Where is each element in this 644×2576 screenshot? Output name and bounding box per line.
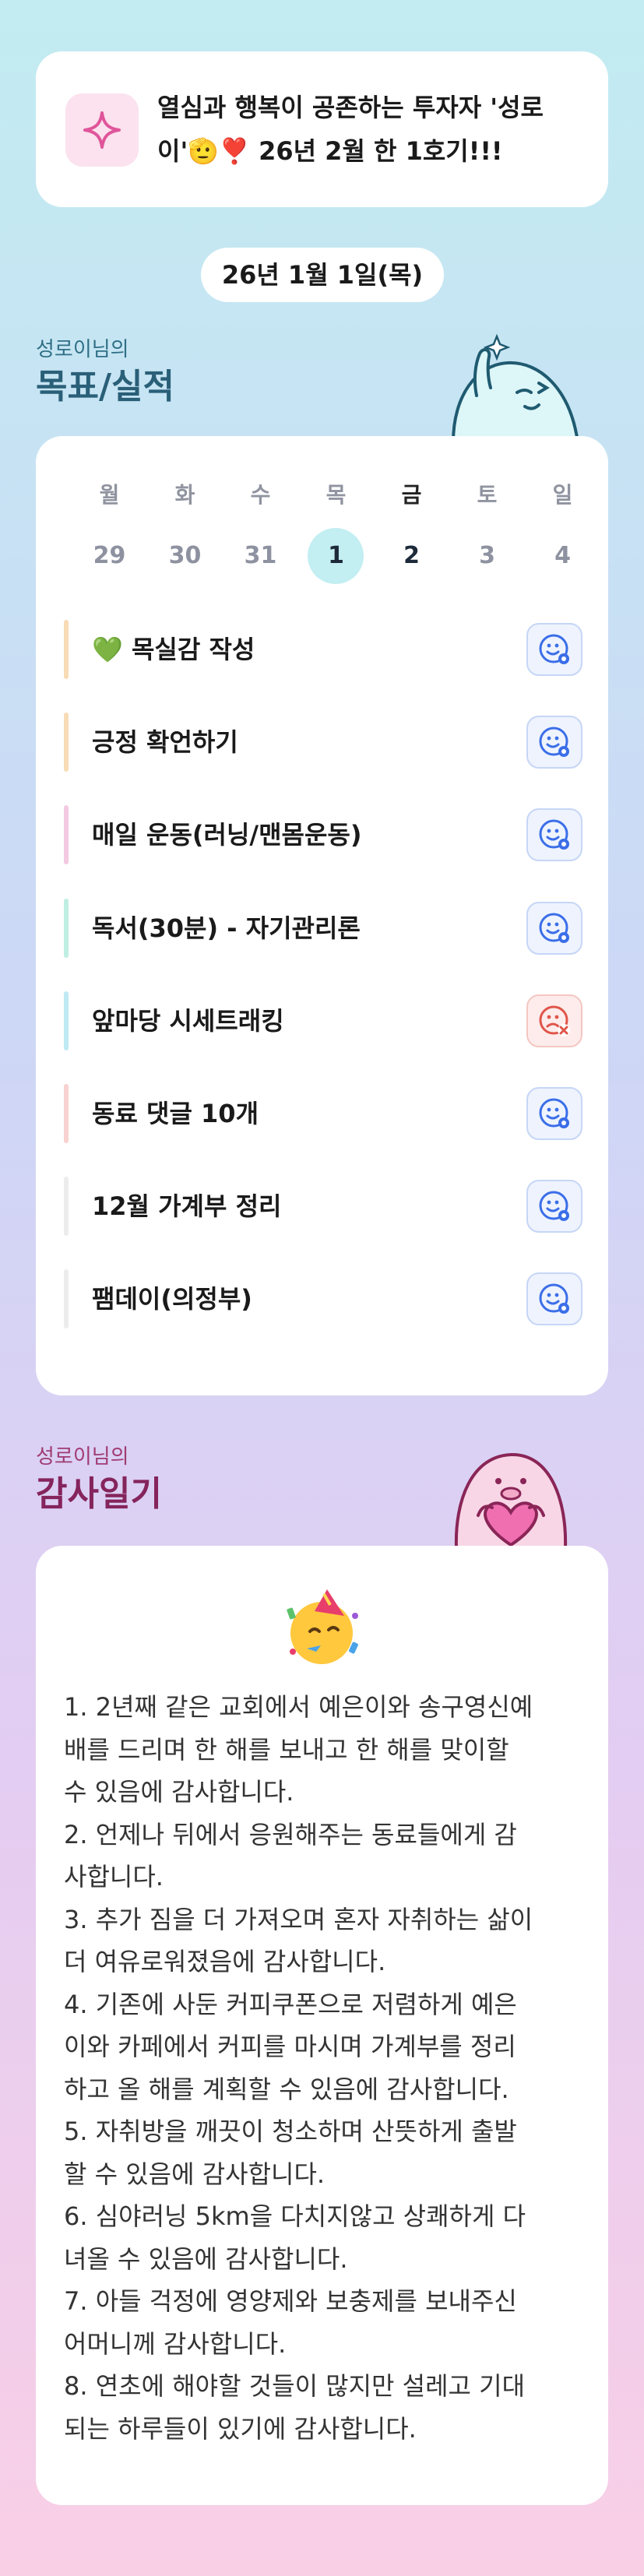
goal-color-bar xyxy=(64,898,69,958)
day-cell[interactable]: 2 xyxy=(374,528,449,584)
gratitude-list: 1. 2년째 같은 교회에서 예은이와 송구영신예배를 드리며 한 해를 보내고… xyxy=(64,1686,586,2450)
goal-item[interactable]: 팸데이(의정부) xyxy=(64,1269,582,1329)
status-done-icon[interactable] xyxy=(526,1087,582,1140)
weekday-label: 화 xyxy=(174,482,195,508)
goal-label: 12월 가계부 정리 xyxy=(92,1191,282,1222)
status-fail-icon[interactable] xyxy=(526,994,582,1047)
goal-label: 팸데이(의정부) xyxy=(92,1284,252,1314)
gratitude-line: 하고 올 해를 계획할 수 있음에 감사합니다. xyxy=(64,2074,509,2104)
sparkle-icon xyxy=(65,93,139,167)
weekday-label: 목 xyxy=(326,482,347,508)
gratitude-line: 5. 자취방을 깨끗이 청소하며 산뜻하게 출발 xyxy=(64,2117,517,2146)
status-done-icon[interactable] xyxy=(526,1180,582,1233)
day-cell[interactable]: 30 xyxy=(147,528,223,584)
weekday-label: 금 xyxy=(401,482,422,508)
goal-item[interactable]: 동료 댓글 10개 xyxy=(64,1084,582,1143)
day-cell[interactable]: 31 xyxy=(223,528,298,584)
status-done-icon[interactable] xyxy=(526,623,582,676)
goal-color-bar xyxy=(64,1269,69,1329)
gratitude-line: 녀올 수 있음에 감사합니다. xyxy=(64,2243,348,2274)
gratitude-line: 이와 카페에서 커피를 마시며 가계부를 정리 xyxy=(64,2032,516,2061)
week-day-picker: 29 30 31 1 2 3 4 xyxy=(72,528,601,584)
weekday-label: 토 xyxy=(477,482,498,508)
gratitude-line: 4. 기존에 사둔 커피쿠폰으로 저렴하게 예은 xyxy=(64,1989,517,2019)
gratitude-line: 2. 언제나 뒤에서 응원해주는 동료들에게 감 xyxy=(64,1819,517,1849)
goal-color-bar xyxy=(64,1084,69,1143)
weekday-header: 월 화 수 목 금 토 일 xyxy=(72,478,601,509)
goals-title: 목표/실적 xyxy=(36,367,174,406)
status-done-icon[interactable] xyxy=(526,1272,582,1326)
goal-color-bar xyxy=(64,805,69,865)
party-face-icon xyxy=(287,1589,358,1664)
gratitude-line: 더 여유로워졌음에 감사합니다. xyxy=(64,1947,386,1976)
status-done-icon[interactable] xyxy=(526,901,582,955)
day-cell[interactable]: 29 xyxy=(72,528,147,584)
goal-label: 동료 댓글 10개 xyxy=(92,1099,259,1128)
page-title: 열심과 행복이 공존하는 투자자 '성로이'🫡❣️ 26년 2월 한 1호기!!… xyxy=(157,93,544,166)
gratitude-line: 되는 하루들이 있기에 감사합니다. xyxy=(64,2413,417,2444)
header-card: 열심과 행복이 공존하는 투자자 '성로이'🫡❣️ 26년 2월 한 1호기!!… xyxy=(36,51,608,207)
goal-label: 긍정 확언하기 xyxy=(92,727,238,758)
status-done-icon[interactable] xyxy=(526,808,582,862)
goal-color-bar xyxy=(64,620,69,679)
thanks-title: 감사일기 xyxy=(36,1474,162,1514)
goal-item[interactable]: 매일 운동(러닝/맨몸운동) xyxy=(64,805,582,865)
gratitude-line: 3. 추가 짐을 더 가져오며 혼자 자취하는 삶이 xyxy=(64,1904,533,1934)
gratitude-line: 6. 심야러닝 5km을 다치지않고 상쾌하게 다 xyxy=(64,2201,526,2231)
gratitude-line: 7. 아들 걱정에 영양제와 보충제를 보내주신 xyxy=(64,2286,517,2316)
goal-color-bar xyxy=(64,1177,69,1237)
day-cell[interactable]: 4 xyxy=(525,528,600,584)
gratitude-line: 1. 2년째 같은 교회에서 예은이와 송구영신예 xyxy=(64,1692,533,1722)
goal-label: 💚 목실감 작성 xyxy=(92,635,255,664)
gratitude-line: 수 있음에 감사합니다. xyxy=(64,1777,294,1807)
day-cell-selected[interactable]: 1 xyxy=(298,528,374,584)
goal-item[interactable]: 독서(30분) - 자기관리론 xyxy=(64,898,582,958)
status-done-icon[interactable] xyxy=(526,716,582,769)
gratitude-line: 사합니다. xyxy=(64,1862,164,1892)
mascot-pointing-icon xyxy=(451,333,580,442)
goal-label: 독서(30분) - 자기관리론 xyxy=(92,913,361,943)
weekday-label: 수 xyxy=(250,482,271,508)
weekday-label: 일 xyxy=(552,482,573,508)
goal-item[interactable]: 💚 목실감 작성 xyxy=(64,620,582,679)
gratitude-line: 8. 연초에 해야할 것들이 많지만 설레고 기대 xyxy=(64,2371,526,2401)
date-selector[interactable]: 26년 1월 1일(목) xyxy=(201,248,444,302)
day-cell[interactable]: 3 xyxy=(449,528,525,584)
goals-card: 월 화 수 목 금 토 일 29 30 31 1 2 3 4 💚 목실감 작성긍… xyxy=(36,436,608,1395)
weekday-label: 월 xyxy=(99,482,120,508)
goal-color-bar xyxy=(64,713,69,772)
goal-label: 매일 운동(러닝/맨몸운동) xyxy=(92,820,362,850)
goal-item[interactable]: 긍정 확언하기 xyxy=(64,713,582,772)
goal-color-bar xyxy=(64,991,69,1050)
goal-item[interactable]: 앞마당 시세트래킹 xyxy=(64,991,582,1050)
gratitude-card: 1. 2년째 같은 교회에서 예은이와 송구영신예배를 드리며 한 해를 보내고… xyxy=(36,1546,608,2505)
gratitude-line: 배를 드리며 한 해를 보내고 한 해를 맞이할 xyxy=(64,1734,509,1765)
gratitude-line: 할 수 있음에 감사합니다. xyxy=(64,2159,326,2189)
goal-item[interactable]: 12월 가계부 정리 xyxy=(64,1177,582,1237)
mascot-heart-icon xyxy=(454,1452,568,1548)
goal-label: 앞마당 시세트래킹 xyxy=(92,1005,284,1036)
gratitude-line: 어머니께 감사합니다. xyxy=(64,2328,287,2359)
